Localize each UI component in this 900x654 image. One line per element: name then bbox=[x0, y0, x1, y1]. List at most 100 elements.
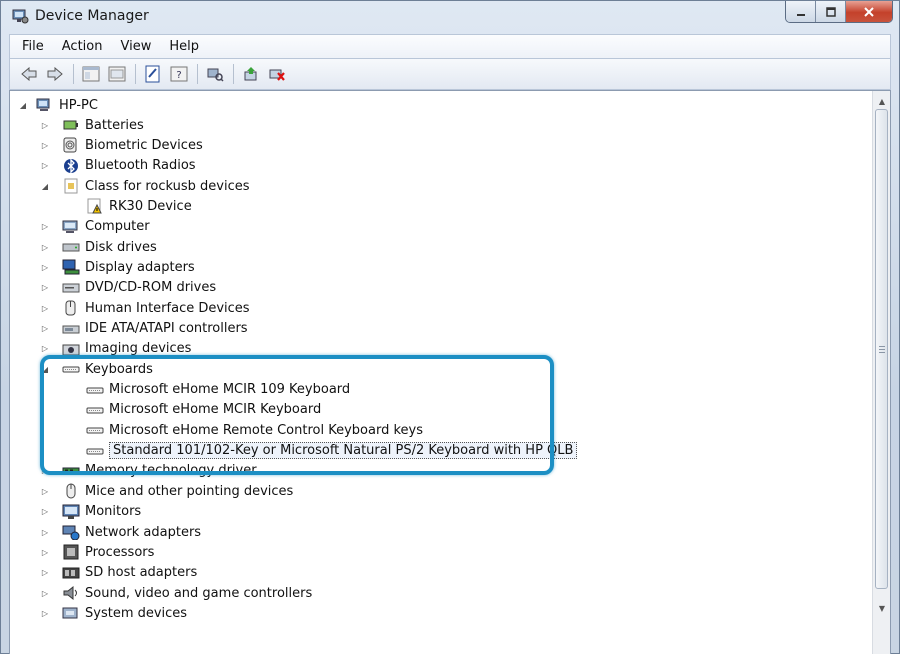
device-tree[interactable]: ◢ HP-PC ▷ Batteries ▷ Biometric Devices ▷ Blu… bbox=[9, 90, 891, 654]
tree-item-label: SD host adapters bbox=[85, 565, 198, 581]
device-category[interactable]: ▷ Batteries bbox=[38, 115, 144, 135]
tree-item-label: Network adapters bbox=[85, 524, 202, 540]
up-one-level-icon[interactable] bbox=[106, 63, 128, 85]
update-driver-icon[interactable] bbox=[240, 63, 262, 85]
device-category[interactable]: ▷ Disk drives bbox=[38, 237, 157, 257]
scrollbar-grip bbox=[879, 346, 885, 354]
expand-icon[interactable]: ▷ bbox=[40, 563, 50, 583]
network-adapter-icon bbox=[62, 524, 80, 540]
device-category[interactable]: ▷ Bluetooth Radios bbox=[38, 156, 196, 176]
collapse-icon[interactable]: ◢ bbox=[18, 95, 28, 115]
computer-icon bbox=[62, 219, 80, 235]
menu-file[interactable]: File bbox=[22, 39, 44, 54]
expand-icon[interactable]: ▷ bbox=[40, 217, 50, 237]
scroll-down-icon[interactable]: ▼ bbox=[874, 600, 890, 616]
caption-buttons bbox=[785, 1, 893, 23]
warning-device-icon bbox=[86, 198, 104, 214]
svg-text:?: ? bbox=[176, 70, 181, 81]
hid-icon bbox=[62, 300, 80, 316]
menu-bar: File Action View Help bbox=[9, 34, 891, 58]
monitor-icon bbox=[62, 504, 80, 520]
vertical-scrollbar[interactable]: ▲ ▼ bbox=[872, 91, 890, 654]
title-bar[interactable]: Device Manager bbox=[1, 1, 900, 33]
tree-item-label: Processors bbox=[85, 544, 155, 560]
tree-item-label: Batteries bbox=[85, 117, 144, 133]
menu-view[interactable]: View bbox=[120, 39, 151, 54]
tree-item-label: Disk drives bbox=[85, 239, 157, 255]
device-category[interactable]: ▷ Sound, video and game controllers bbox=[38, 583, 312, 603]
device-manager-window: Device Manager File Action View Help ? ◢… bbox=[0, 0, 900, 654]
expand-icon[interactable]: ▷ bbox=[40, 603, 50, 623]
maximize-button[interactable] bbox=[816, 1, 846, 22]
device-category[interactable]: ▷ Computer bbox=[38, 217, 150, 237]
tree-item-label: Bluetooth Radios bbox=[85, 158, 196, 174]
tree-item-label: System devices bbox=[85, 605, 188, 621]
close-button[interactable] bbox=[846, 1, 892, 22]
properties-icon[interactable] bbox=[142, 63, 164, 85]
device-class-icon bbox=[62, 178, 80, 194]
tree-item-label: Human Interface Devices bbox=[85, 300, 250, 316]
device-category[interactable]: ▷ SD host adapters bbox=[38, 563, 197, 583]
help-icon[interactable]: ? bbox=[168, 63, 190, 85]
tree-item-label: Computer bbox=[85, 219, 150, 235]
toolbar-separator bbox=[197, 64, 198, 84]
expand-icon[interactable]: ▷ bbox=[40, 502, 50, 522]
back-icon[interactable] bbox=[18, 63, 40, 85]
toolbar-separator bbox=[135, 64, 136, 84]
computer-icon bbox=[36, 97, 54, 113]
minimize-icon bbox=[796, 13, 805, 16]
tree-item-label: RK30 Device bbox=[109, 198, 192, 214]
system-device-icon bbox=[62, 605, 80, 621]
sd-card-icon bbox=[62, 565, 80, 581]
device-item[interactable]: RK30 Device bbox=[60, 196, 192, 216]
uninstall-icon[interactable] bbox=[266, 63, 288, 85]
menu-action[interactable]: Action bbox=[62, 39, 103, 54]
device-category[interactable]: ▷ Display adapters bbox=[38, 257, 195, 277]
tree-item-label: Mice and other pointing devices bbox=[85, 483, 294, 499]
device-category[interactable]: ▷ Processors bbox=[38, 542, 154, 562]
device-category[interactable]: ▷ DVD/CD-ROM drives bbox=[38, 278, 216, 298]
tree-root[interactable]: ◢ HP-PC bbox=[18, 95, 98, 115]
expand-icon[interactable]: ▷ bbox=[40, 481, 50, 501]
toolbar-separator bbox=[73, 64, 74, 84]
tree-item-label: Display adapters bbox=[85, 259, 195, 275]
processor-icon bbox=[62, 544, 80, 560]
expand-icon[interactable]: ▷ bbox=[40, 298, 50, 318]
expand-icon[interactable]: ▷ bbox=[40, 237, 50, 257]
device-manager-icon bbox=[11, 7, 29, 25]
collapse-icon[interactable]: ◢ bbox=[40, 176, 50, 196]
expand-icon[interactable]: ▷ bbox=[40, 319, 50, 339]
device-category[interactable]: ▷ Mice and other pointing devices bbox=[38, 481, 293, 501]
show-hide-console-tree-icon[interactable] bbox=[80, 63, 102, 85]
tree-item-label: DVD/CD-ROM drives bbox=[85, 280, 217, 296]
scrollbar-thumb[interactable] bbox=[875, 109, 888, 589]
bluetooth-icon bbox=[62, 158, 80, 174]
expand-icon[interactable]: ▷ bbox=[40, 522, 50, 542]
device-category[interactable]: ◢ Class for rockusb devices bbox=[38, 176, 250, 196]
expand-icon[interactable]: ▷ bbox=[40, 542, 50, 562]
device-category[interactable]: ▷ Human Interface Devices bbox=[38, 298, 250, 318]
speaker-icon bbox=[62, 585, 80, 601]
menu-help[interactable]: Help bbox=[169, 39, 199, 54]
expand-icon[interactable]: ▷ bbox=[40, 257, 50, 277]
scan-hardware-changes-icon[interactable] bbox=[204, 63, 226, 85]
device-category[interactable]: ▷ System devices bbox=[38, 603, 187, 623]
disk-drive-icon bbox=[62, 239, 80, 255]
maximize-icon bbox=[825, 6, 836, 17]
expand-icon[interactable]: ▷ bbox=[40, 583, 50, 603]
forward-icon[interactable] bbox=[44, 63, 66, 85]
minimize-button[interactable] bbox=[786, 1, 816, 22]
device-category[interactable]: ▷ Biometric Devices bbox=[38, 135, 203, 155]
device-category[interactable]: ▷ Monitors bbox=[38, 502, 141, 522]
scroll-up-icon[interactable]: ▲ bbox=[874, 93, 890, 109]
toolbar-separator bbox=[233, 64, 234, 84]
display-adapter-icon bbox=[62, 259, 80, 275]
expand-icon[interactable]: ▷ bbox=[40, 135, 50, 155]
device-category[interactable]: ▷ IDE ATA/ATAPI controllers bbox=[38, 319, 248, 339]
expand-icon[interactable]: ▷ bbox=[40, 115, 50, 135]
expand-icon[interactable]: ▷ bbox=[40, 156, 50, 176]
ide-controller-icon bbox=[62, 321, 80, 337]
expand-icon[interactable]: ▷ bbox=[40, 278, 50, 298]
root-label: HP-PC bbox=[59, 97, 98, 113]
device-category[interactable]: ▷ Network adapters bbox=[38, 522, 201, 542]
